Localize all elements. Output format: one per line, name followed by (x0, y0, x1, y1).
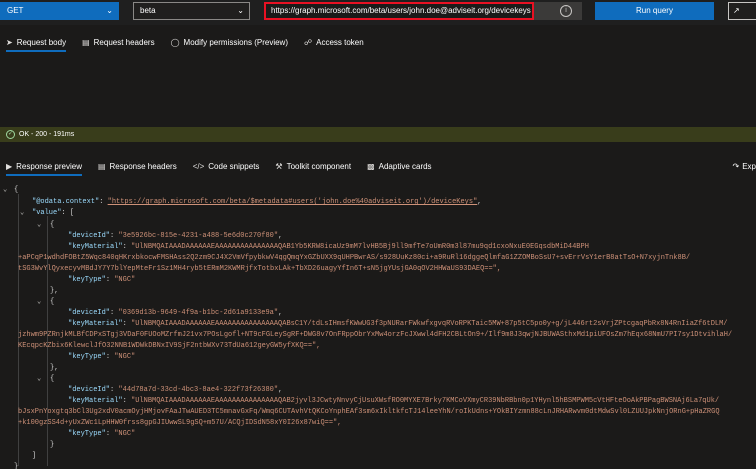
code-icon: </> (192, 161, 205, 171)
share-button[interactable]: ↗ (728, 2, 756, 20)
json-key-material-line: "keyMaterial": "UlNBMQAIAAADAAAAAAEAAAAA… (68, 397, 720, 405)
json-context-link[interactable]: "https://graph.microsoft.com/beta/$metad… (108, 198, 478, 206)
collapse-chevron-icon[interactable]: ⌄ (37, 297, 41, 306)
tab-label: Response headers (109, 161, 177, 171)
json-item-open: { (50, 375, 55, 383)
document-icon: ▤ (82, 37, 90, 47)
request-body-editor[interactable] (0, 54, 756, 120)
query-bar: GET ⌄ beta ⌄ https://graph.microsoft.com… (0, 0, 756, 25)
tab-toolkit-component[interactable]: ⚒ Toolkit component (275, 154, 351, 178)
tab-label: Request headers (93, 37, 155, 47)
tab-request-headers[interactable]: ▤ Request headers (82, 30, 155, 54)
json-item-open: { (50, 221, 55, 229)
collapse-chevron-icon[interactable]: ⌄ (20, 208, 24, 217)
tab-response-preview[interactable]: ▶ Response preview (6, 154, 82, 178)
tab-label: Request body (16, 37, 67, 47)
json-key-material-cont: tSG3WvYlQyxecyvMBdJY7Y7blYepMteFr1Sz1MH4… (18, 265, 502, 273)
tab-label: Adaptive cards (378, 161, 432, 171)
json-device-id-line: "deviceId": "44d78a7d-33cd-4bc3-8ae4-322… (68, 386, 283, 394)
http-method-select[interactable]: GET ⌄ (0, 2, 119, 20)
json-key-material-cont: +aPCqP1wdhdFOBtZ5Wqc840qHKrxbkocwFMSHAss… (18, 254, 691, 262)
json-key: "value" (32, 209, 62, 217)
json-key-type-line: "keyType": "NGC" (68, 276, 136, 284)
status-bar: ✓ OK - 200 - 191ms (0, 127, 756, 142)
collapse-chevron-icon[interactable]: ⌄ (37, 220, 41, 229)
send-icon: ➤ (6, 37, 13, 47)
json-key-material-cont: jzhwm9PZRnjkMLBfCDPxSTgj3VDaF0FUOoMZrfmJ… (18, 331, 733, 339)
json-key-material-cont: bJsxPnYoxgtq3bCl3Ug2xdV0acmOyjHMjovFAaJT… (18, 408, 720, 416)
document-icon: ▤ (97, 161, 106, 171)
tab-label: Modify permissions (Preview) (183, 37, 288, 47)
chevron-down-icon: ⌄ (237, 6, 244, 15)
status-text: OK - 200 - 191ms (19, 131, 75, 138)
json-key-material-line: "keyMaterial": "UlNBMQAIAAADAAAAAAEAAAAA… (68, 320, 728, 328)
tab-label: Access token (316, 37, 364, 47)
tab-export[interactable]: ↷ Exp (733, 154, 756, 178)
version-value: beta (140, 6, 156, 15)
json-key-material-line: "keyMaterial": "UlNBMQAIAAADAAAAAAEAAAAA… (68, 243, 589, 251)
json-key-material-cont: KEcqpcKZbix6KlewclJfO32NNB1WDWkDBNxIV9Sj… (18, 342, 321, 350)
tab-code-snippets[interactable]: </> Code snippets (193, 154, 260, 178)
response-tabs: ▶ Response preview ▤ Response headers </… (0, 154, 756, 178)
info-icon[interactable]: i (560, 5, 572, 17)
json-item-close: } (50, 441, 55, 449)
json-close-brace: } (14, 463, 19, 469)
request-tabs: ➤ Request body ▤ Request headers ◯ Modif… (0, 30, 756, 54)
collapse-chevron-icon[interactable]: ⌄ (37, 374, 41, 383)
json-key-material-cont: +k100gzSS4d+yUxZWc1LpHHW0frss8gpGJIUwwSL… (18, 419, 342, 427)
collapse-chevron-icon[interactable]: ⌄ (3, 185, 7, 194)
json-open-brace: { (14, 186, 19, 194)
json-key-type-line: "keyType": "NGC" (68, 430, 136, 438)
url-input[interactable]: https://graph.microsoft.com/beta/users/j… (264, 2, 534, 20)
tab-access-token[interactable]: ☍ Access token (304, 30, 364, 54)
shield-icon: ◯ (170, 37, 180, 47)
response-json-viewer[interactable]: ⌄ { "@odata.context": "https://graph.mic… (0, 182, 756, 469)
tab-label: Response preview (16, 161, 82, 171)
tab-label: Exp (742, 161, 756, 171)
json-device-id-line: "deviceId": "3e5926bc-815e-4231-a488-5e6… (68, 232, 283, 240)
tab-label: Code snippets (208, 161, 260, 171)
key-icon: ☍ (304, 37, 313, 47)
version-select[interactable]: beta ⌄ (133, 2, 250, 20)
json-array-close: ] (32, 452, 37, 460)
tab-request-body[interactable]: ➤ Request body (6, 30, 67, 54)
run-query-button[interactable]: Run query (595, 2, 714, 20)
json-value-line: "value": [ (32, 209, 75, 217)
json-key-type-line: "keyType": "NGC" (68, 353, 136, 361)
card-icon: ▩ (367, 161, 375, 171)
http-method-value: GET (7, 6, 24, 15)
json-context-line: "@odata.context": "https://graph.microso… (32, 198, 482, 206)
preview-icon: ▶ (6, 161, 13, 171)
export-icon: ↷ (732, 161, 740, 171)
chevron-down-icon: ⌄ (106, 6, 113, 15)
tab-adaptive-cards[interactable]: ▩ Adaptive cards (367, 154, 431, 178)
tab-response-headers[interactable]: ▤ Response headers (98, 154, 177, 178)
json-device-id-line: "deviceId": "0369d13b-9649-4f9a-b1bc-2d6… (68, 309, 283, 317)
tab-label: Toolkit component (286, 161, 352, 171)
tab-modify-permissions[interactable]: ◯ Modify permissions (Preview) (171, 30, 288, 54)
json-item-close: }, (50, 364, 59, 372)
url-field-container: https://graph.microsoft.com/beta/users/j… (264, 2, 582, 20)
checkmark-icon: ✓ (6, 130, 15, 139)
json-item-close: }, (50, 287, 59, 295)
json-item-open: { (50, 298, 55, 306)
toolkit-icon: ⚒ (275, 161, 283, 171)
json-key: "@odata.context" (32, 198, 100, 206)
